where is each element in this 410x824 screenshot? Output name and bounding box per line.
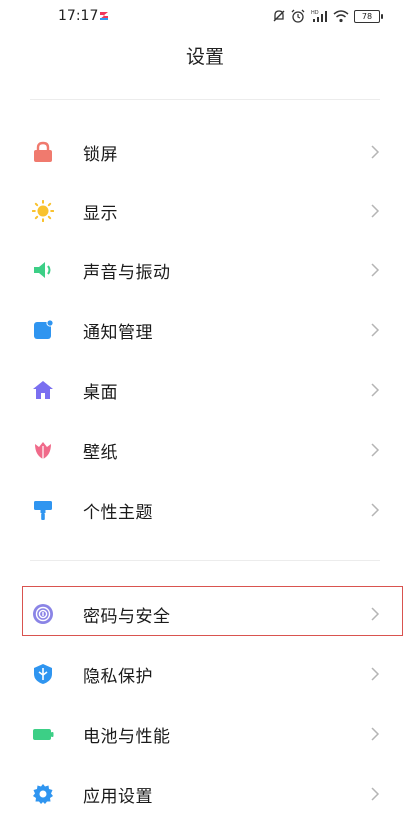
status-time: 17:17	[58, 8, 99, 24]
chevron-right-icon	[371, 323, 380, 337]
chevron-right-icon	[371, 503, 380, 517]
speaker-icon	[34, 262, 51, 278]
fingerprint-icon	[33, 604, 53, 624]
page-title: 设置	[185, 46, 224, 68]
notification-muted-icon	[273, 10, 285, 22]
settings-item-sound-vibration[interactable]: 声音与振动	[0, 240, 410, 300]
chevron-right-icon	[371, 727, 380, 741]
status-bar: 17:17 HD 78	[0, 0, 410, 34]
settings-item-lock-screen[interactable]: 锁屏	[0, 122, 410, 182]
settings-item-label: 锁屏	[83, 145, 118, 165]
settings-item-label: 应用设置	[83, 787, 153, 807]
sun-icon	[32, 200, 54, 222]
tulip-icon	[35, 442, 51, 459]
settings-item-battery-performance[interactable]: 电池与性能	[0, 704, 410, 764]
settings-item-label: 壁纸	[83, 443, 118, 463]
chevron-right-icon	[371, 607, 380, 621]
alarm-icon	[291, 9, 305, 23]
lock-icon	[34, 141, 52, 162]
notification-icon	[34, 319, 54, 339]
battery-icon: 78	[354, 9, 383, 23]
chevron-right-icon	[371, 787, 380, 801]
hd-signal-icon: HD	[311, 10, 327, 22]
status-icons: HD 78	[272, 6, 383, 26]
chevron-right-icon	[371, 263, 380, 277]
settings-item-themes[interactable]: 个性主题	[0, 480, 410, 540]
chevron-right-icon	[371, 443, 380, 457]
home-icon	[33, 381, 53, 399]
wifi-icon	[333, 10, 349, 23]
settings-item-app-settings[interactable]: 应用设置	[0, 764, 410, 824]
gear-icon	[33, 784, 53, 804]
chevron-right-icon	[371, 145, 380, 159]
battery-performance-icon	[33, 729, 54, 740]
chevron-right-icon	[371, 667, 380, 681]
settings-item-notifications[interactable]: 通知管理	[0, 300, 410, 360]
settings-item-label: 电池与性能	[83, 727, 171, 747]
brush-icon	[34, 501, 52, 520]
app-notification-icon	[100, 12, 108, 20]
settings-item-label: 显示	[83, 204, 118, 224]
settings-item-wallpaper[interactable]: 壁纸	[0, 420, 410, 480]
chevron-right-icon	[371, 383, 380, 397]
settings-item-privacy[interactable]: 隐私保护	[0, 644, 410, 704]
privacy-shield-icon	[34, 664, 52, 684]
settings-item-label: 隐私保护	[83, 667, 153, 687]
chevron-right-icon	[371, 204, 380, 218]
divider	[30, 99, 380, 100]
settings-item-label: 密码与安全	[83, 607, 171, 627]
settings-item-label: 声音与振动	[83, 263, 171, 283]
settings-item-label: 个性主题	[83, 503, 153, 523]
divider	[30, 560, 380, 561]
settings-item-display[interactable]: 显示	[0, 181, 410, 241]
settings-item-password-security[interactable]: 密码与安全	[0, 584, 410, 644]
svg-text:HD: HD	[311, 10, 319, 16]
settings-item-label: 桌面	[83, 383, 118, 403]
settings-item-label: 通知管理	[83, 323, 153, 343]
settings-item-home-screen[interactable]: 桌面	[0, 360, 410, 420]
